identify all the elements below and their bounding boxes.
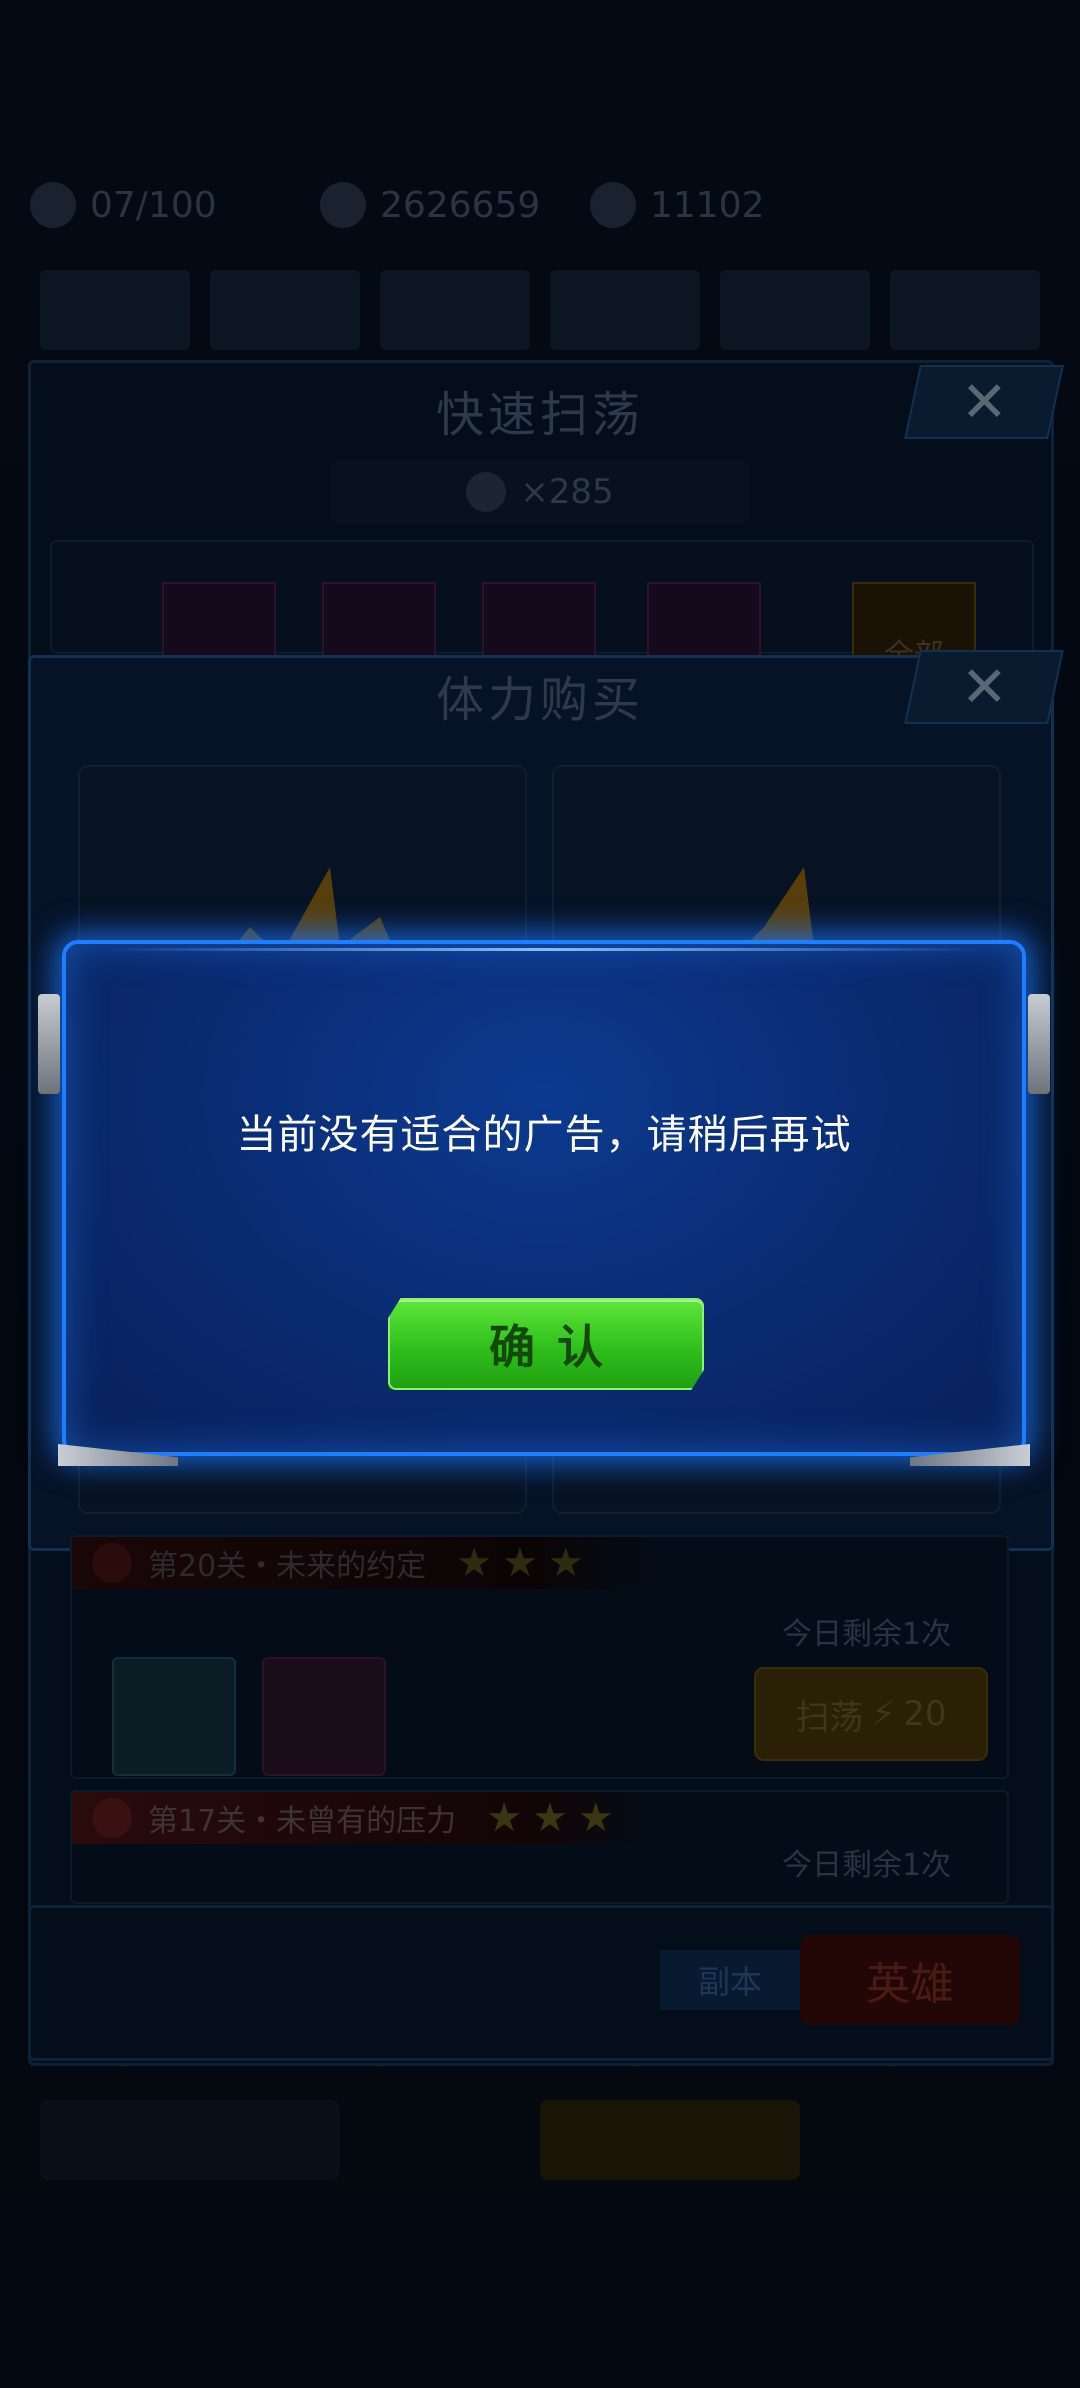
lightning-icon: ⚡ [871,1694,896,1734]
skull-icon [92,1543,132,1583]
ticket-icon [466,472,507,512]
menu-tile [550,270,700,350]
stage-title: 第17关・未曾有的压力 [148,1804,457,1839]
confirm-button[interactable]: 确认 [388,1298,704,1390]
resource-value: 2626659 [380,184,541,226]
stamina-icon [30,182,76,228]
stage-card: 第20关・未来的约定 ★ ★ ★ 今日剩余1次 扫荡 ⚡ 20 [70,1535,1009,1779]
stage-card: 第17关・未曾有的压力 ★ ★ ★ 今日剩余1次 [70,1790,1009,1904]
close-icon: ✕ [960,654,1008,720]
diamond-icon [590,182,636,228]
stage-header: 第17关・未曾有的压力 ★ ★ ★ [72,1792,652,1844]
resource-stamina: 07/100 [30,160,217,250]
dialog-corner-ornament [58,1444,178,1466]
dialog-side-clip [38,994,60,1094]
sweep-ticket-count: ×285 [330,460,750,524]
sweep-label: 扫荡 [795,1697,864,1738]
star-rating: ★ ★ ★ [456,1540,584,1586]
ad-badge[interactable]: 副本 [660,1950,800,2010]
resource-value: 07/100 [90,184,217,226]
stage-title: 第20关・未来的约定 [148,1549,427,1584]
sweep-button[interactable]: 扫荡 ⚡ 20 [754,1667,988,1761]
resource-bar: 07/100 2626659 11102 [0,160,1080,250]
ad-unavailable-dialog: 当前没有适合的广告，请稍后再试 确认 [38,940,1050,1466]
hero-badge[interactable]: 英雄 [800,1935,1020,2025]
reward-item[interactable] [112,1657,236,1776]
menu-tile [890,270,1040,350]
dialog-corner-ornament [910,1444,1030,1466]
menu-tile [380,270,530,350]
remaining-count: 今日剩余1次 [782,1848,952,1883]
resource-gold: 2626659 [320,160,540,250]
lower-bar [0,2080,1080,2200]
menu-tile [210,270,360,350]
lower-bar-block [40,2100,340,2180]
close-icon: ✕ [960,369,1008,435]
top-menu-strip [40,270,1040,350]
star-rating: ★ ★ ★ [486,1795,614,1841]
resource-value: 11102 [650,184,765,226]
dialog-side-clip [1028,994,1050,1094]
sweep-close-button[interactable]: ✕ [904,365,1064,439]
dialog-message: 当前没有适合的广告，请稍后再试 [236,1112,852,1158]
gold-icon [320,182,366,228]
ticket-count-label: ×285 [520,472,614,512]
menu-tile [720,270,870,350]
remaining-count: 今日剩余1次 [782,1617,952,1652]
stamina-close-button[interactable]: ✕ [904,650,1064,724]
resource-diamond: 11102 [590,160,765,250]
stage-header: 第20关・未来的约定 ★ ★ ★ [72,1537,652,1589]
hero-filter-row: 全部 [50,540,1034,676]
skull-icon [92,1798,132,1838]
menu-tile [40,270,190,350]
lower-bar-block [540,2100,800,2180]
sweep-cost: 20 [903,1694,947,1734]
reward-item[interactable] [262,1657,386,1776]
